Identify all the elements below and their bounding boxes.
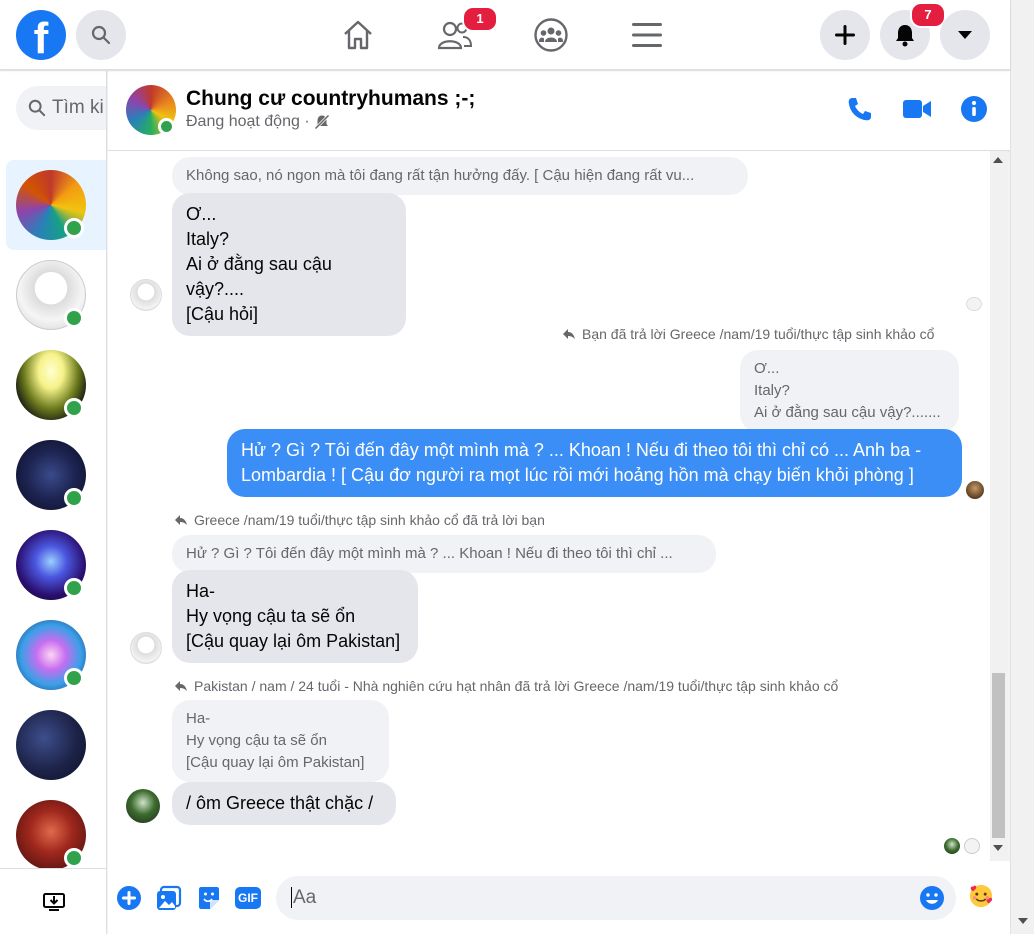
reply-label-text: Greece /nam/19 tuổi/thực tập sinh khảo c… [194, 512, 545, 528]
conversation-item[interactable] [6, 430, 106, 520]
conversation-item[interactable] [6, 160, 106, 250]
message-input[interactable]: Aa [276, 876, 956, 920]
reply-arrow-icon [175, 515, 187, 525]
reply-indicator: Greece /nam/19 tuổi/thực tập sinh khảo c… [174, 512, 545, 528]
message-thread: Không sao, nó ngon mà tôi đang rất tận h… [108, 151, 990, 861]
top-nav-bar: f 1 7 [0, 0, 1010, 70]
conversation-item[interactable] [6, 520, 106, 610]
chat-actions [846, 95, 988, 123]
conversation-item[interactable] [6, 700, 106, 790]
search-icon [28, 99, 46, 117]
hamburger-menu-icon [632, 23, 662, 47]
quick-reaction-emoji-icon[interactable] [968, 883, 994, 909]
quoted-message[interactable]: Hử ? Gì ? Tôi đến đây một mình mà ? ... … [172, 535, 716, 573]
message-input-placeholder: Aa [291, 887, 317, 908]
facebook-logo-icon[interactable]: f [16, 10, 66, 60]
message-scrollbar[interactable] [990, 151, 1007, 861]
messenger-search-input[interactable]: Tìm ki [16, 86, 106, 130]
notifications-badge: 7 [910, 2, 946, 28]
online-indicator [64, 218, 84, 238]
avatar [16, 710, 86, 780]
friends-badge: 1 [462, 6, 498, 32]
reply-label-text: Pakistan / nam / 24 tuổi - Nhà nghiên cứ… [194, 678, 839, 694]
online-indicator [64, 668, 84, 688]
quoted-message[interactable]: Ha- Hy vọng cậu ta sẽ ổn [Cậu quay lại ô… [172, 700, 389, 782]
read-receipt-avatar [964, 838, 980, 854]
incoming-message[interactable]: Ha- Hy vọng cậu ta sẽ ổn [Cậu quay lại ô… [172, 570, 418, 663]
conversation-item[interactable] [6, 790, 106, 880]
chat-title[interactable]: Chung cư countryhumans ;-; [186, 87, 475, 111]
gif-button[interactable]: GIF [235, 887, 261, 909]
reply-arrow-icon [563, 329, 575, 339]
info-icon[interactable] [960, 95, 988, 123]
notifications-button[interactable]: 7 [880, 2, 946, 60]
read-receipt-avatar [944, 838, 960, 854]
search-icon [91, 25, 111, 45]
online-indicator [64, 398, 84, 418]
online-indicator [158, 118, 175, 135]
muted-bell-icon [314, 114, 330, 130]
online-indicator [64, 488, 84, 508]
conversation-item[interactable] [6, 340, 106, 430]
status-text: Đang hoạt động · [186, 113, 310, 130]
phone-call-icon[interactable] [846, 95, 874, 123]
conversation-item[interactable] [6, 610, 106, 700]
sender-avatar[interactable] [130, 632, 162, 664]
read-receipt-avatar [966, 481, 984, 499]
menu-tab[interactable] [624, 12, 670, 58]
quoted-message[interactable]: Ơ... Italy? Ai ở đằng sau cậu vậy?......… [740, 350, 959, 432]
read-receipt-avatar [966, 297, 982, 311]
conversation-list: Tìm ki [0, 71, 107, 934]
bell-icon [896, 25, 914, 47]
scroll-up-arrow-icon[interactable] [993, 157, 1003, 163]
groups-tab[interactable] [528, 12, 574, 58]
online-indicator [64, 578, 84, 598]
online-indicator [64, 308, 84, 328]
chat-header: Chung cư countryhumans ;-; Đang hoạt độn… [108, 71, 1010, 151]
page-scroll-down-arrow-icon[interactable] [1018, 918, 1028, 924]
account-menu-button[interactable] [940, 10, 990, 60]
sender-avatar[interactable] [126, 789, 160, 823]
sticker-icon[interactable] [196, 885, 222, 911]
scrollbar-thumb[interactable] [992, 673, 1005, 838]
sender-avatar[interactable] [130, 279, 162, 311]
reply-label-text: Bạn đã trả lời Greece /nam/19 tuổi/thực … [582, 326, 935, 342]
reply-arrow-icon [175, 681, 187, 691]
search-button[interactable] [76, 10, 126, 60]
conversation-item[interactable] [6, 250, 106, 340]
search-placeholder: Tìm ki [52, 97, 104, 118]
online-indicator [64, 848, 84, 868]
groups-icon [534, 18, 568, 52]
video-call-icon[interactable] [902, 95, 932, 123]
friends-tab[interactable]: 1 [432, 6, 498, 58]
reply-indicator: Pakistan / nam / 24 tuổi - Nhà nghiên cứ… [174, 678, 838, 694]
more-actions-plus-icon[interactable] [116, 885, 142, 911]
emoji-icon[interactable] [919, 885, 945, 911]
home-icon [344, 20, 372, 50]
caret-down-icon [958, 31, 972, 39]
plus-icon [835, 25, 855, 45]
page-scrollbar[interactable] [1010, 0, 1034, 934]
photo-attach-icon[interactable] [156, 885, 182, 911]
quoted-message[interactable]: Không sao, nó ngon mà tôi đang rất tận h… [172, 157, 748, 195]
scroll-down-arrow-icon[interactable] [993, 845, 1003, 851]
home-tab[interactable] [335, 12, 381, 58]
reply-indicator: Bạn đã trả lời Greece /nam/19 tuổi/thực … [562, 326, 934, 342]
incoming-message[interactable]: Ơ... Italy? Ai ở đằng sau cậu vậy?.... [… [172, 193, 406, 336]
download-desktop-icon [42, 892, 65, 911]
message-composer: GIF Aa [108, 861, 1010, 934]
install-app-button[interactable] [0, 868, 106, 934]
incoming-message[interactable]: / ôm Greece thật chặc / [172, 782, 396, 825]
chat-status: Đang hoạt động · [186, 113, 330, 131]
create-button[interactable] [820, 10, 870, 60]
outgoing-message[interactable]: Hử ? Gì ? Tôi đến đây một mình mà ? ... … [227, 429, 962, 497]
